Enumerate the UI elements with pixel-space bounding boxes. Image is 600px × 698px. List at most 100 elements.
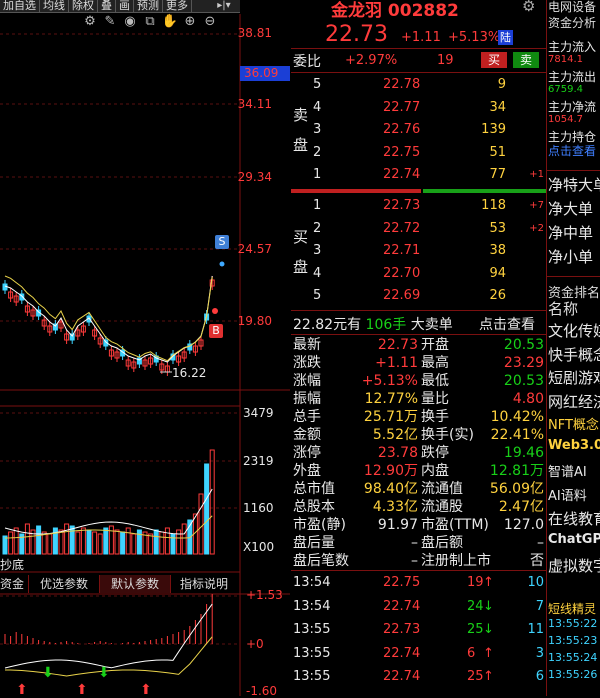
price-marker: 36.09 [240, 66, 290, 81]
concept-item[interactable]: 网红经济 [548, 391, 600, 412]
news-item[interactable]: 短线精灵 [548, 600, 596, 617]
concept-item[interactable]: 智谱AI [548, 461, 587, 480]
level-volume: 34 [489, 99, 506, 115]
volume-bar [97, 533, 103, 555]
level-volume: 51 [489, 144, 506, 160]
arrow-down-icon: ↓ [483, 598, 494, 614]
holdings-link[interactable]: 点击查看 [548, 142, 596, 159]
stats-row: 涨跌 +1.11 最高 23.29 [291, 354, 546, 372]
rank-header: 名称 [548, 300, 579, 318]
volume-bar [103, 527, 109, 555]
order-book-row[interactable]: 5 22.78 9 [291, 74, 546, 96]
net-order-item[interactable]: 净中单 [548, 222, 593, 243]
buy-pressure-bar [423, 189, 546, 193]
stat-label: 量比 [421, 391, 449, 407]
last-price: 22.73 [325, 22, 388, 47]
news-item[interactable]: 13:55:26 [548, 668, 597, 681]
level-number: 1 [313, 198, 322, 213]
stat-value: 否 [530, 553, 544, 569]
level-price: 22.72 [383, 220, 421, 236]
stat-value: 20.53 [503, 337, 544, 353]
candlestick-series [2, 276, 215, 376]
flow-label: 主力流出 [548, 70, 597, 84]
sidebar: 电网设备 资金分析 主力流入 7814.1 主力流出 6759.4 主力净流 1054.7… [546, 0, 600, 696]
flow-value: 6759.4 [548, 84, 583, 95]
macd-bars [4, 594, 213, 644]
stat-label: 换手(实) [421, 427, 474, 443]
price-axis-label: 34.11 [237, 97, 272, 111]
concept-item[interactable]: NFT概念 [548, 414, 599, 433]
concept-item[interactable]: 短剧游戏 [548, 367, 600, 388]
tab-optimal-params[interactable]: 优选参数 [29, 575, 100, 593]
tick-count: 3 [535, 645, 544, 661]
net-order-item[interactable]: 净特大单 [548, 174, 600, 195]
order-book-row[interactable]: 1 22.73 118 +7 [291, 195, 546, 217]
sidebar-tab-fund-analysis[interactable]: 资金分析 [548, 14, 596, 31]
settings-gear-icon[interactable]: ⚙ [522, 0, 535, 15]
concept-item[interactable]: ChatGPT [548, 532, 600, 547]
order-book-row[interactable]: 4 22.77 34 [291, 97, 546, 119]
sell-pressure-bar [291, 189, 421, 193]
tick-time: 13:55 [293, 622, 331, 637]
stat-value: 56.09亿 [489, 481, 544, 497]
sell-button[interactable]: 卖 [513, 52, 539, 68]
tab-indicator-help[interactable]: 指标说明 [171, 575, 237, 593]
order-book-row[interactable]: 2 22.75 51 [291, 142, 546, 164]
stats-row: 总股本 4.33亿 流通股 2.47亿 [291, 498, 546, 516]
big-order-label: 大卖单 [410, 317, 453, 333]
volume-bar [114, 529, 120, 555]
tick-price: 22.74 [383, 598, 421, 614]
stat-value: 23.29 [503, 355, 544, 371]
level-volume: 53 [489, 220, 506, 236]
big-order-link[interactable]: 点击查看 [479, 314, 535, 334]
order-book-row[interactable]: 3 22.76 139 [291, 119, 546, 141]
volume-bar [80, 527, 86, 555]
concept-item[interactable]: 虚拟数字 [548, 555, 600, 576]
tick-time: 13:54 [293, 575, 331, 590]
stat-value: 23.78 [377, 445, 418, 461]
tick-volume: 24 [467, 598, 484, 614]
level-number: 5 [313, 288, 322, 303]
concept-item[interactable]: AI语料 [548, 485, 587, 504]
order-book-row[interactable]: 2 22.72 53 +2 [291, 218, 546, 240]
order-book-row[interactable]: 4 22.70 94 [291, 263, 546, 285]
price-axis-label: 19.80 [237, 314, 272, 328]
news-item[interactable]: 13:55:24 [548, 651, 597, 664]
kline-chart-area[interactable]: 加自选 均线 除权叠画预测 更多 ▸|▾ ⚙ ✎ ◉ ⧉ ✋ ⊕ ⊖ ⬇ ⬇ ⬆… [0, 0, 290, 698]
order-book-row[interactable]: 1 22.74 77 +1 [291, 164, 546, 186]
volume-bar [92, 531, 98, 555]
stat-value: 25.71万 [363, 409, 418, 425]
sell-signal-badge: S [215, 235, 229, 249]
concept-item[interactable]: 在线教育 [548, 508, 600, 529]
volume-bar [204, 463, 210, 555]
level-number: 2 [313, 220, 322, 236]
stat-label: 振幅 [293, 391, 321, 407]
connect-tag: 陆 [498, 30, 513, 45]
order-book-row[interactable]: 3 22.71 38 [291, 240, 546, 262]
stat-label: 流通值 [421, 481, 463, 497]
net-order-item[interactable]: 净大单 [548, 198, 593, 219]
stat-label: 盘后量 [293, 535, 335, 551]
sidebar-tab-sector[interactable]: 电网设备 [548, 0, 596, 15]
stat-label: 涨幅 [293, 373, 321, 389]
level-price: 22.71 [383, 243, 421, 258]
concept-item[interactable]: 文化传媒 [548, 320, 600, 341]
tab-funds[interactable]: 资金 [0, 575, 29, 593]
stat-label: 流通股 [421, 499, 463, 515]
news-item[interactable]: 13:55:22 [548, 617, 597, 630]
ma10-line [4, 275, 213, 362]
tab-default-params[interactable]: 默认参数 [100, 575, 171, 593]
weibi-label: 委比 [293, 54, 321, 70]
stat-value: 4.80 [512, 391, 544, 407]
macd-axis-label: +1.53 [246, 588, 283, 602]
concept-item[interactable]: Web3.0 [548, 438, 600, 453]
concept-item[interactable]: 快手概念 [548, 344, 600, 365]
stat-value: 19.46 [503, 445, 544, 461]
net-order-item[interactable]: 净小单 [548, 246, 593, 267]
vol-axis-label: 2319 [243, 454, 274, 468]
stat-value: 98.40亿 [363, 481, 418, 497]
buy-button[interactable]: 买 [481, 52, 507, 68]
order-book-row[interactable]: 5 22.69 26 [291, 285, 546, 307]
level-number: 3 [313, 243, 322, 258]
news-item[interactable]: 13:55:23 [548, 634, 597, 647]
